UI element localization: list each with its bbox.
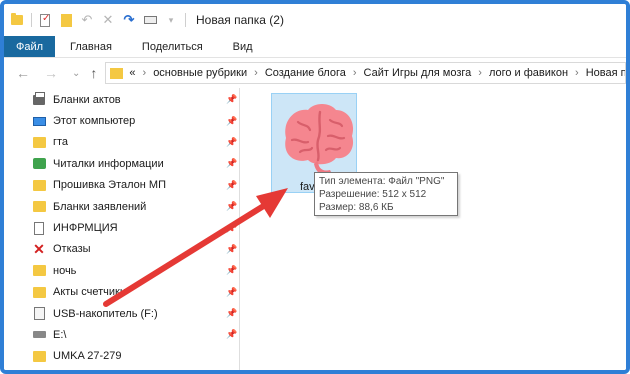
printer-icon <box>32 91 46 106</box>
folder-icon <box>32 136 46 148</box>
nav-item-label: USB-накопитель (F:) <box>53 307 158 320</box>
nav-item-chitalki[interactable]: Читалки информации 📌 <box>4 153 241 174</box>
breadcrumb-overflow[interactable]: « <box>129 67 135 79</box>
nav-item-blanki-zayavleniy[interactable]: Бланки заявлений 📌 <box>4 196 241 217</box>
nav-item-label: Бланки заявлений <box>53 200 147 213</box>
breadcrumb-item[interactable]: лого и фавикон <box>489 67 568 79</box>
nav-item-label: Читалки информации <box>53 157 164 170</box>
pin-icon[interactable]: 📌 <box>226 201 237 212</box>
ribbon-tabs: Файл Главная Поделиться Вид <box>4 36 626 58</box>
window-title: Новая папка (2) <box>196 13 284 27</box>
nav-item-label: ночь <box>53 264 77 277</box>
nav-item-akty-schetchiki[interactable]: Акты счетчики 📌 <box>4 282 241 303</box>
navigation-pane: Бланки актов 📌 Этот компьютер 📌 гта 📌 Чи… <box>4 88 241 370</box>
new-folder-icon[interactable] <box>59 13 73 27</box>
rename-icon[interactable] <box>143 13 157 27</box>
tooltip-resolution: Разрешение: 512 x 512 <box>319 189 427 200</box>
explorer-window: ↶ ✕ ↷ ▾ Новая папка (2) Файл Главная Под… <box>0 0 630 374</box>
breadcrumb-chevron-icon[interactable]: › <box>478 67 482 79</box>
tooltip-size: Размер: 88,6 КБ <box>319 202 394 213</box>
address-row: ← → ⌄ ↑ « › основные рубрики › Создание … <box>4 58 626 88</box>
nav-item-this-pc[interactable]: Этот компьютер 📌 <box>4 110 241 131</box>
pin-icon[interactable]: 📌 <box>226 308 237 319</box>
nav-item-label: Акты счетчики <box>53 286 127 299</box>
nav-item-label: гта <box>53 136 69 149</box>
drive-icon <box>32 329 46 341</box>
delete-icon[interactable]: ✕ <box>101 12 115 27</box>
usb-drive-icon <box>32 307 46 321</box>
tab-share[interactable]: Поделиться <box>127 36 218 57</box>
computer-icon <box>32 115 46 127</box>
breadcrumb-item[interactable]: Создание блога <box>265 67 346 79</box>
pin-icon[interactable]: 📌 <box>226 180 237 191</box>
forward-icon[interactable]: → <box>44 65 58 81</box>
nav-item-label: ИНФРМЦИЯ <box>53 222 118 235</box>
breadcrumb-chevron-icon: › <box>142 67 147 79</box>
up-icon[interactable]: ↑ <box>90 65 97 81</box>
nav-item-otkazy[interactable]: ✕ Отказы 📌 <box>4 239 241 260</box>
pane-divider[interactable] <box>239 88 240 370</box>
folder-icon <box>32 201 46 213</box>
nav-item-informtsiya[interactable]: ИНФРМЦИЯ 📌 <box>4 217 241 238</box>
nav-item-label: UMKA 27-279 <box>53 350 122 363</box>
pin-icon[interactable]: 📌 <box>226 223 237 234</box>
nav-item-label: Бланки актов <box>53 93 121 106</box>
pin-icon[interactable]: 📌 <box>226 116 237 127</box>
folder-icon[interactable] <box>10 13 24 27</box>
nav-item-usb-drive[interactable]: USB-накопитель (F:) 📌 <box>4 303 241 324</box>
nav-item-umka[interactable]: UMKA 27-279 <box>4 346 241 367</box>
toolbar-separator <box>31 13 32 27</box>
green-folder-icon <box>32 158 46 170</box>
document-icon <box>32 221 46 235</box>
folder-icon <box>32 350 46 362</box>
pin-icon[interactable]: 📌 <box>226 158 237 169</box>
breadcrumb-chevron-icon[interactable]: › <box>353 67 357 79</box>
breadcrumb-item[interactable]: основные рубрики <box>153 67 247 79</box>
pin-icon[interactable]: 📌 <box>226 265 237 276</box>
pin-icon[interactable]: 📌 <box>226 137 237 148</box>
customize-dropdown-icon[interactable]: ▾ <box>164 13 178 27</box>
properties-icon[interactable] <box>38 13 52 27</box>
file-name: fav <box>300 181 315 193</box>
nav-item-blanki-aktov[interactable]: Бланки актов 📌 <box>4 89 241 110</box>
pin-icon[interactable]: 📌 <box>226 94 237 105</box>
pin-icon[interactable]: 📌 <box>226 329 237 340</box>
breadcrumb-item[interactable]: Новая папка <box>586 67 625 79</box>
tooltip-type: Тип элемента: Файл "PNG" <box>319 176 445 187</box>
nav-item-drive-e[interactable]: E:\ 📌 <box>4 324 241 345</box>
title-separator <box>185 13 186 27</box>
nav-item-label: Отказы <box>53 243 91 256</box>
red-x-icon: ✕ <box>33 241 45 258</box>
nav-item-label: E:\ <box>53 328 67 341</box>
recent-locations-icon[interactable]: ⌄ <box>72 68 80 79</box>
file-list-area[interactable]: fav <box>241 88 626 370</box>
folder-icon <box>110 67 124 79</box>
nav-item-label: Этот компьютер <box>53 115 136 128</box>
redo-icon[interactable]: ↷ <box>122 12 136 27</box>
breadcrumb-chevron-icon[interactable]: › <box>575 67 579 79</box>
nav-item-gta[interactable]: гта 📌 <box>4 132 241 153</box>
tab-home[interactable]: Главная <box>55 36 127 57</box>
title-bar: ↶ ✕ ↷ ▾ Новая папка (2) <box>4 4 626 36</box>
undo-icon[interactable]: ↶ <box>80 12 94 27</box>
breadcrumb-chevron-icon[interactable]: › <box>254 67 258 79</box>
back-icon[interactable]: ← <box>16 65 30 81</box>
tab-view[interactable]: Вид <box>218 36 268 57</box>
nav-item-noch[interactable]: ночь 📌 <box>4 260 241 281</box>
tab-file[interactable]: Файл <box>4 36 56 57</box>
breadcrumb-item[interactable]: Сайт Игры для мозга <box>364 67 472 79</box>
pin-icon[interactable]: 📌 <box>226 287 237 298</box>
file-info-tooltip: Тип элемента: Файл "PNG" Разрешение: 512… <box>314 172 458 216</box>
address-bar[interactable]: « › основные рубрики › Создание блога › … <box>105 62 626 84</box>
folder-icon <box>32 265 46 277</box>
nav-item-label: Прошивка Эталон МП <box>53 179 166 192</box>
pin-icon[interactable]: 📌 <box>226 244 237 255</box>
nav-item-proshivka[interactable]: Прошивка Эталон МП 📌 <box>4 175 241 196</box>
folder-icon <box>32 179 46 191</box>
folder-icon <box>32 286 46 298</box>
